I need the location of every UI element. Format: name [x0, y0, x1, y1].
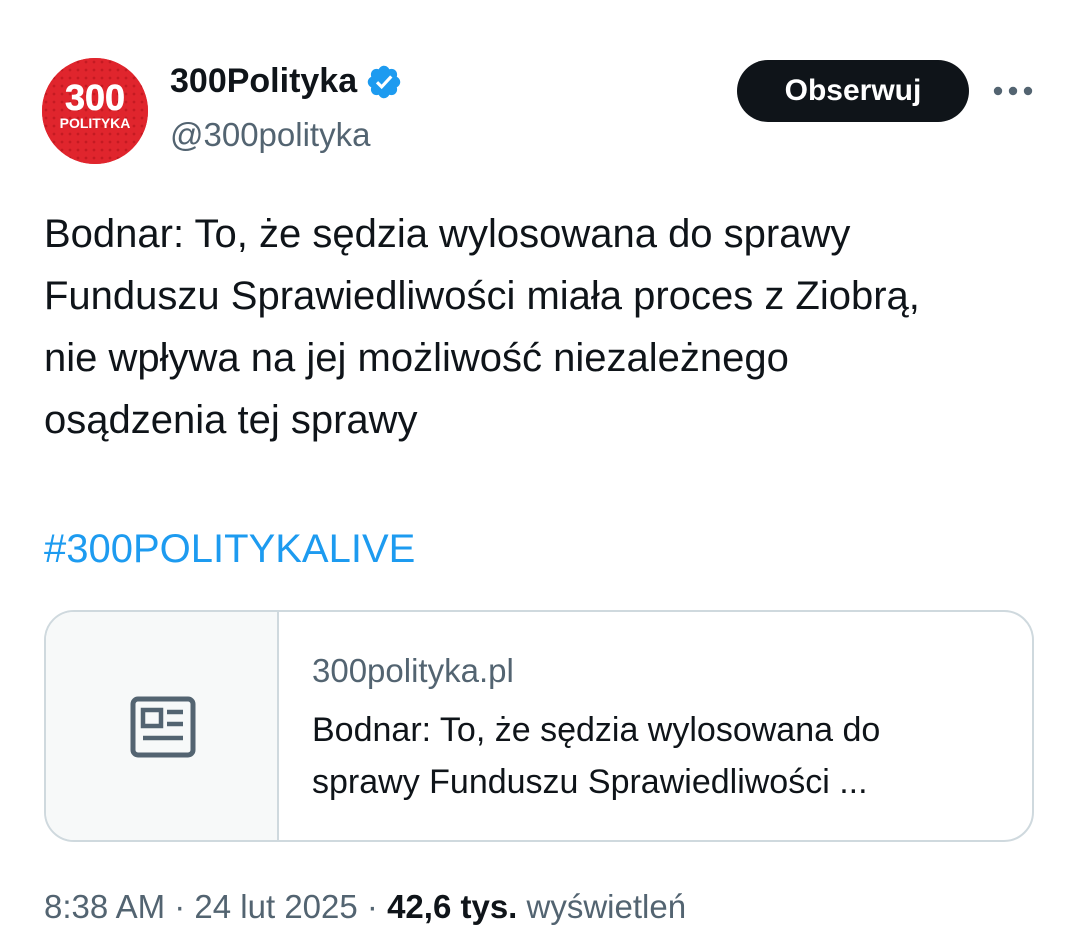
views-label: wyświetleń [526, 888, 687, 925]
link-card-domain: 300polityka.pl [312, 652, 514, 689]
avatar[interactable]: 300 POLITYKA [42, 58, 148, 164]
link-card-title-line: sprawy Funduszu Sprawiedliwości ... [312, 763, 868, 801]
meta-separator: · [174, 888, 186, 925]
avatar-logo: 300 POLITYKA [42, 58, 148, 164]
views-count: 42,6 tys. [387, 888, 518, 925]
tweet-time[interactable]: 8:38 AM [44, 888, 165, 925]
hashtag-link[interactable]: #300POLITYKALIVE [44, 518, 415, 580]
tweet-date[interactable]: 24 lut 2025 [194, 888, 357, 925]
tweet-text-line: Bodnar: To, że sędzia wylosowana do spra… [44, 212, 851, 256]
tweet-meta: 8:38 AM · 24 lut 2025 · 42,6 tys. wyświe… [44, 888, 686, 926]
news-article-icon [130, 696, 196, 758]
link-card-thumbnail [46, 612, 279, 840]
link-preview-card[interactable]: 300polityka.pl Bodnar: To, że sędzia wyl… [44, 610, 1034, 842]
author-handle[interactable]: @300polityka [170, 116, 370, 154]
verified-badge-icon [367, 65, 401, 98]
meta-separator: · [366, 888, 378, 925]
tweet-text: Bodnar: To, że sędzia wylosowana do spra… [44, 203, 1044, 451]
avatar-main-text: 300 [65, 77, 125, 118]
tweet-text-line: Funduszu Sprawiedliwości miała proces z … [44, 274, 920, 318]
link-card-title: Bodnar: To, że sędzia wylosowana do spra… [312, 704, 1012, 808]
more-horizontal-icon[interactable] [988, 76, 1038, 106]
follow-button[interactable]: Obserwuj [737, 60, 969, 122]
tweet: 300 POLITYKA 300Polityka @300polityka Ob… [0, 0, 1080, 951]
link-card-title-line: Bodnar: To, że sędzia wylosowana do [312, 711, 881, 749]
tweet-text-line: osądzenia tej sprawy [44, 398, 418, 442]
author-display-name[interactable]: 300Polityka [170, 62, 403, 101]
avatar-sub-text: POLITYKA [60, 115, 131, 131]
author-name-text[interactable]: 300Polityka [170, 62, 357, 101]
tweet-text-line: nie wpływa na jej możliwość niezależnego [44, 336, 789, 380]
